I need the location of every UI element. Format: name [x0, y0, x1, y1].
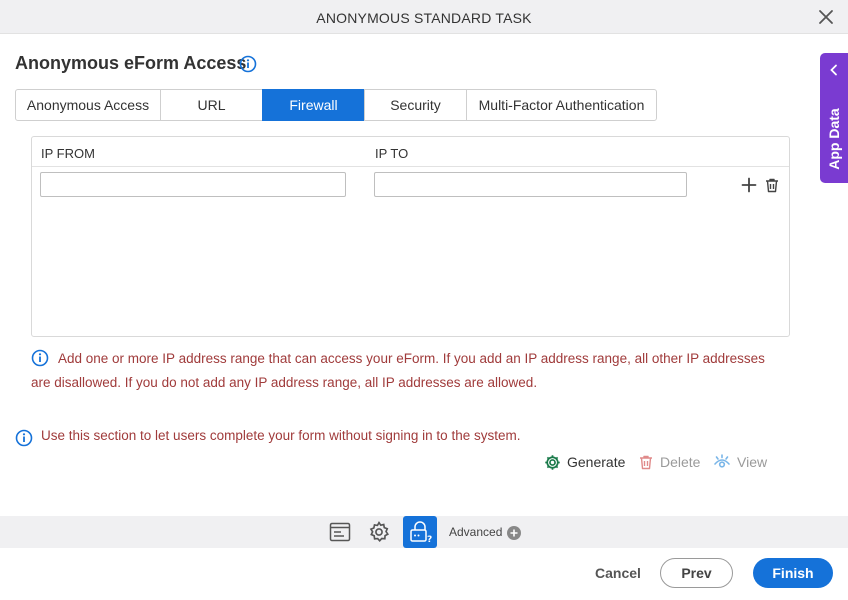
add-row-icon[interactable] [741, 177, 757, 193]
tab-firewall[interactable]: Firewall [262, 89, 365, 121]
grid-header: IP FROM IP TO [32, 137, 789, 167]
close-icon[interactable] [818, 9, 834, 25]
advanced-menu[interactable]: Advanced [449, 525, 502, 539]
tab-multi-factor-authentication[interactable]: Multi-Factor Authentication [466, 89, 657, 121]
section-help-text: Use this section to let users complete y… [41, 428, 521, 443]
plus-circle-icon[interactable] [507, 526, 521, 540]
page-title: Anonymous eForm Access [15, 53, 247, 73]
svg-text:?: ? [427, 535, 432, 544]
form-settings-button[interactable] [323, 516, 357, 548]
delete-row-icon[interactable] [764, 177, 780, 193]
info-icon [15, 429, 33, 447]
gear-icon [545, 454, 560, 470]
ip-range-grid: IP FROM IP TO [31, 136, 790, 337]
delete-label: Delete [660, 454, 701, 470]
view-label: View [737, 454, 768, 470]
view-action[interactable]: View [713, 452, 767, 472]
tab-security[interactable]: Security [364, 89, 467, 121]
prev-button[interactable]: Prev [660, 558, 733, 588]
finish-button[interactable]: Finish [753, 558, 833, 588]
app-data-label: App Data [826, 108, 842, 170]
general-settings-button[interactable] [362, 516, 396, 548]
security-settings-button[interactable]: ? [403, 516, 437, 548]
lock-question-icon: ? [410, 521, 432, 544]
delete-action[interactable]: Delete [638, 452, 700, 472]
chevron-left-icon [830, 64, 837, 76]
gear-icon [369, 521, 389, 543]
tab-url[interactable]: URL [160, 89, 263, 121]
generate-action[interactable]: Generate [544, 452, 625, 472]
tab-anonymous-access[interactable]: Anonymous Access [15, 89, 161, 121]
column-header-ip-to: IP TO [375, 146, 409, 161]
column-header-ip-from: IP FROM [41, 146, 95, 161]
bottom-toolbar: ? Advanced [0, 516, 848, 548]
form-icon [329, 522, 351, 542]
info-icon[interactable] [239, 55, 257, 73]
ip-to-input[interactable] [374, 172, 687, 197]
eye-icon [714, 454, 730, 468]
cancel-button[interactable]: Cancel [585, 558, 651, 588]
trash-icon [640, 455, 652, 470]
ip-from-input[interactable] [40, 172, 346, 197]
generate-label: Generate [567, 454, 626, 470]
tab-bar: Anonymous Access URL Firewall Security M… [15, 89, 657, 121]
app-data-panel-toggle[interactable]: App Data [820, 53, 848, 183]
dialog-titlebar: ANONYMOUS STANDARD TASK [0, 0, 848, 34]
firewall-help-text: Add one or more IP address range that ca… [31, 351, 765, 390]
dialog-title: ANONYMOUS STANDARD TASK [316, 10, 532, 26]
